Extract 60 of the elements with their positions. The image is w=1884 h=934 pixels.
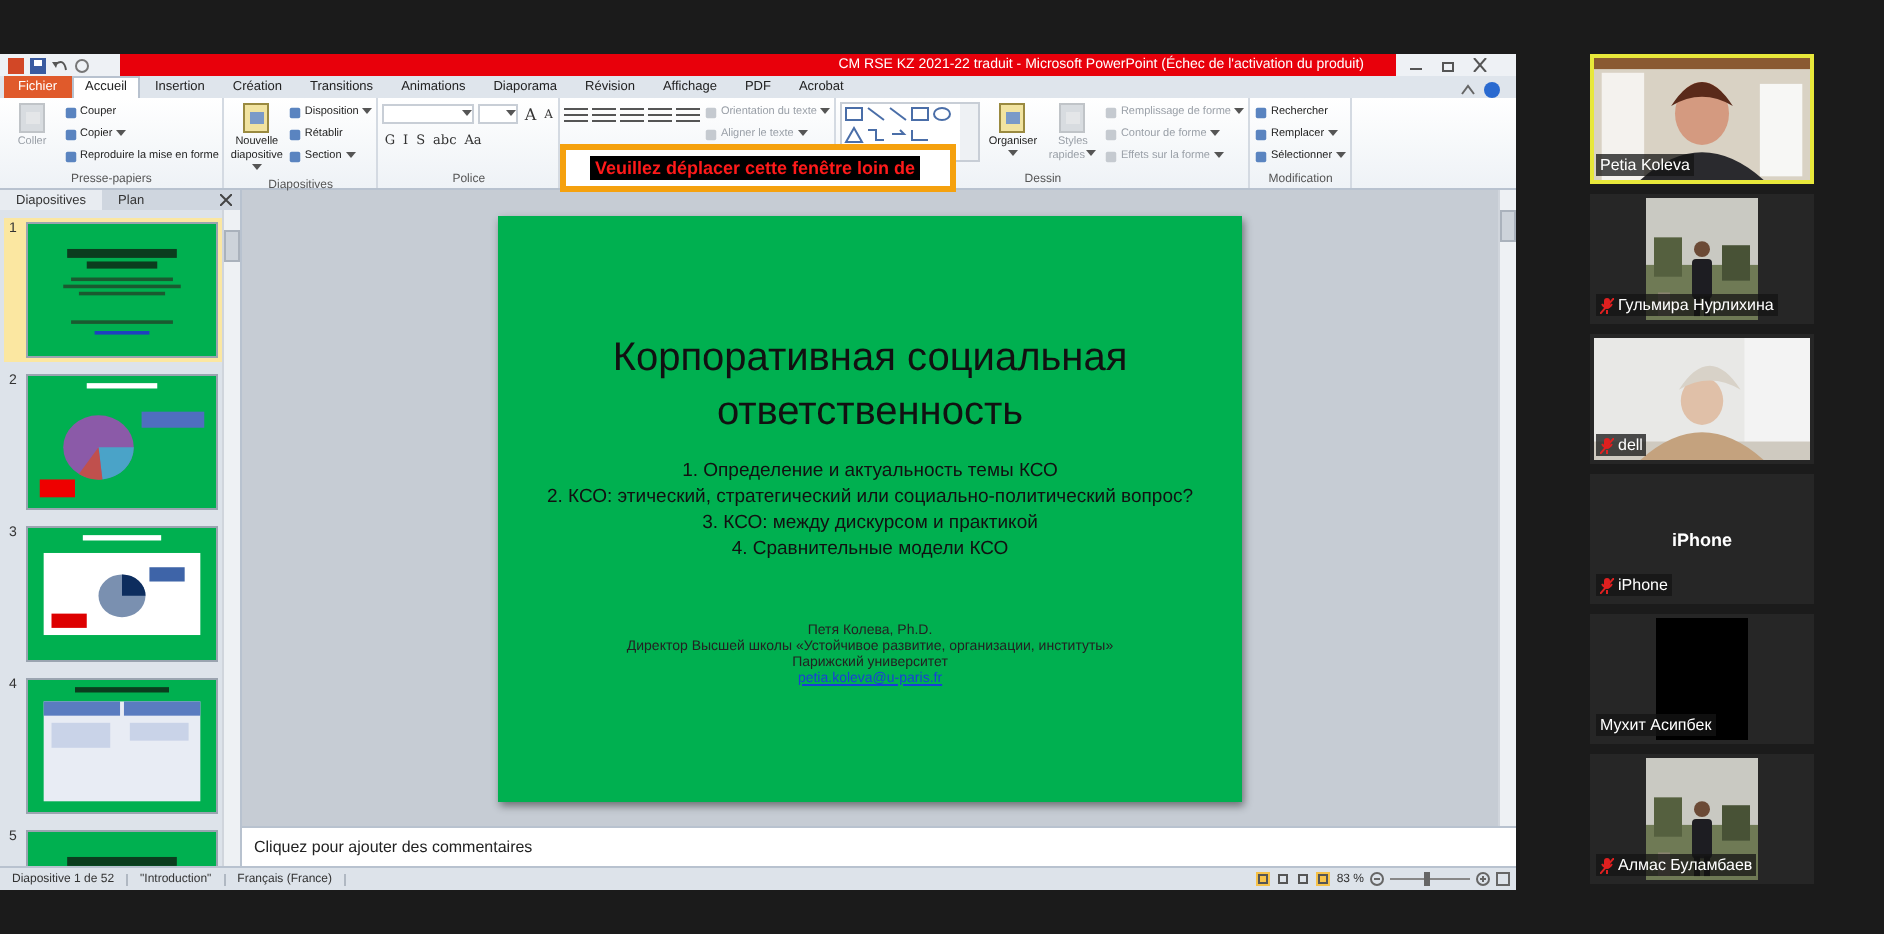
slideshow-icon[interactable] [1316,872,1331,886]
caret-icon [1234,108,1245,116]
caret-icon [116,130,127,138]
slide-thumbnail-drawing[interactable] [26,222,218,358]
list-icon[interactable] [592,107,617,121]
slide-title: Корпоративная социальная ответственность [610,333,1130,437]
caret-icon [1210,130,1221,138]
slide-thumbnail-drawing[interactable] [26,526,218,662]
zoom-in-icon[interactable] [1476,872,1490,886]
caret-icon [797,130,808,138]
participant-name: iPhone [1618,576,1668,594]
caret-icon [462,110,473,118]
normal-view-icon[interactable] [1256,872,1271,886]
caret-icon [506,110,517,118]
slide-thumbnail-drawing[interactable] [26,678,218,814]
sorter-view-icon[interactable] [1276,872,1291,886]
list-icon[interactable] [676,107,701,121]
caret-icon [362,108,373,116]
scrollbar[interactable] [222,210,240,866]
undo-icon[interactable] [52,57,68,73]
agenda-item: 2. КСО: этический, стратегический или социально-политический вопрос? [544,485,1196,507]
fit-icon[interactable] [1496,872,1510,886]
reading-view-icon[interactable] [1296,872,1311,886]
list-icon[interactable] [620,107,645,121]
font-size-button[interactable]: A [522,105,539,123]
caret-icon [1336,152,1347,160]
agenda-item: 3. КСО: между дискурсом и практикой [700,511,1040,533]
document-icon [240,102,273,134]
close-icon[interactable] [220,194,232,206]
warning-text: Veuillez déplacer cette fenêtre loin de [590,156,919,180]
zoom-out-icon[interactable] [1370,872,1384,886]
zoom-thumb[interactable] [1423,872,1429,886]
scrollbar[interactable] [1498,190,1516,826]
app-icon [8,57,24,73]
participant-name: Мухит Асипбек [1600,716,1712,734]
document-icon [996,102,1029,134]
caret-icon [345,152,356,160]
caret-icon [1213,152,1224,160]
caret-icon [1328,130,1339,138]
save-icon[interactable] [30,57,46,73]
caret-icon [1008,150,1019,158]
caret-icon [252,164,263,172]
list-icon[interactable] [564,107,589,121]
list-icon[interactable] [648,107,673,121]
collapse-icon[interactable] [1460,82,1476,98]
font-size-field[interactable] [478,104,519,124]
participant-name: Гульмира Нурлихина [1618,296,1774,314]
participant-display-name: iPhone [1671,529,1732,549]
caret-icon [1086,150,1097,158]
close-icon[interactable] [1472,58,1488,72]
participant-name: Алмас Буламбаев [1618,856,1753,874]
agenda-item: 4. Сравнительные модели КСО [729,537,1011,559]
help-icon[interactable] [1484,82,1500,98]
restore-icon[interactable] [1440,58,1456,72]
agenda-item: 1. Определение и актуальность темы КСО [680,459,1060,481]
participant-name: Petia Koleva [1600,156,1690,174]
font-name-field[interactable] [382,104,475,124]
caret-icon [820,108,831,116]
participant-name: dell [1618,436,1643,454]
slide-thumbnail-drawing[interactable] [26,374,218,510]
